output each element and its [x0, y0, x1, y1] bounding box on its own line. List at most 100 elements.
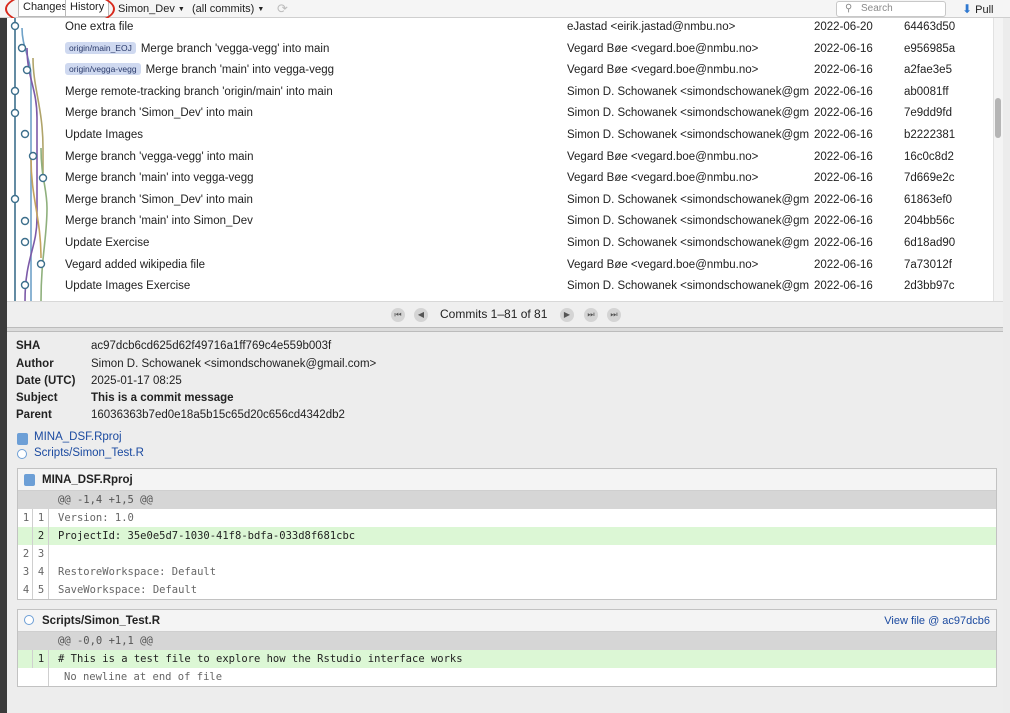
parent-label: Parent — [16, 409, 52, 421]
commit-date: 2022-06-16 — [814, 280, 873, 293]
commit-date: 2022-06-16 — [814, 150, 873, 163]
commit-sha: b2222381 — [904, 129, 956, 141]
commit-sha: e956985a — [904, 42, 956, 55]
line-code: ProjectId: 35e0e5d7-1030-41f8-bdfa-033d8… — [58, 530, 356, 542]
rproj-file-icon — [24, 474, 35, 486]
diff-file-name: Scripts/Simon_Test.R — [42, 615, 161, 627]
refresh-icon[interactable]: ⟳ — [277, 1, 288, 17]
commit-subject-cell: Vegard added wikipedia file — [65, 255, 205, 276]
previous-page-icon[interactable]: ◀ — [414, 308, 428, 322]
search-placeholder: Search — [861, 3, 893, 14]
chevron-down-icon: ▼ — [177, 6, 185, 13]
date-label: Date (UTC) — [16, 375, 76, 387]
commit-sha: 6d18ad90 — [904, 237, 956, 249]
commit-row[interactable]: Merge branch 'vegga-vegg' into main Vegar… — [7, 147, 993, 169]
commit-author: Simon D. Schowanek <simondschowanek@gm — [567, 193, 810, 206]
commit-author: Vegard Bøe <vegard.boe@nmbu.no> — [567, 172, 759, 185]
commit-row[interactable]: origin/main_EOJ Merge branch 'vegga-vegg'… — [7, 39, 993, 61]
commit-author: Simon D. Schowanek <simondschowanek@gm — [567, 237, 810, 249]
commit-date: 2022-06-16 — [814, 193, 873, 206]
commit-count-label: Commits 1–81 of 81 — [440, 307, 548, 321]
line-code: RestoreWorkspace: Default — [58, 566, 217, 578]
file-link-rproj[interactable]: MINA_DSF.Rproj — [34, 431, 122, 443]
file-link-r-script[interactable]: Scripts/Simon_Test.R — [34, 447, 144, 459]
diff-panel-rproj: MINA_DSF.Rproj @@ -1,4 +1,5 @@ 1 1 Version… — [17, 468, 997, 600]
new-line-number: 1 — [37, 512, 45, 524]
commit-row[interactable]: Update Images Exercise Simon D. Schowanek… — [7, 276, 993, 298]
old-line-number: 1 — [22, 512, 30, 524]
no-newline-note: No newline at end of file — [18, 668, 996, 686]
commit-pager: ⏮ ◀ Commits 1–81 of 81 ▶ ⏭ ⏭ — [7, 301, 1003, 327]
commit-filter-selector[interactable]: (all commits) ▼ — [192, 1, 264, 17]
commit-row[interactable]: One extra file eJastad <eirik.jastad@nmbu… — [7, 18, 993, 39]
branch-name: Simon_Dev — [118, 3, 175, 15]
commit-sha: 7e9dd9fd — [904, 107, 952, 120]
commit-subject-cell: origin/main_EOJ Merge branch 'vegga-vegg'… — [65, 39, 329, 60]
end-page-icon[interactable]: ⏭ — [607, 308, 621, 322]
commit-subject-cell: One extra file — [65, 18, 133, 38]
commit-date: 2022-06-16 — [814, 237, 873, 249]
commit-row[interactable]: Merge branch 'main' into Simon_Dev Simon … — [7, 211, 993, 233]
hunk-header: @@ -0,0 +1,1 @@ — [18, 632, 996, 650]
commit-subject-cell: Update Exercise — [65, 233, 149, 254]
sha-label: SHA — [16, 340, 41, 352]
commit-subject: Update Images — [65, 129, 143, 141]
commit-author: Simon D. Schowanek <simondschowanek@gm — [567, 215, 810, 228]
commit-subject: Merge branch 'vegga-vegg' into main — [140, 42, 330, 55]
pull-label: Pull — [975, 4, 994, 16]
branch-ref-badge: origin/main_EOJ — [65, 41, 136, 54]
commit-row[interactable]: origin/vegga-vegg Merge branch 'main' int… — [7, 60, 993, 82]
commit-row[interactable]: Update Exercise Simon D. Schowanek <simon… — [7, 233, 993, 255]
line-code: # This is a test file to explore how the… — [58, 653, 463, 665]
commit-subject-cell: Merge branch 'main' into vegga-vegg — [65, 168, 254, 189]
pull-button[interactable]: ⬇ Pull — [962, 1, 993, 17]
hunk-header: @@ -1,4 +1,5 @@ — [18, 491, 996, 509]
line-code: SaveWorkspace: Default — [58, 584, 198, 596]
scrollbar-thumb[interactable] — [995, 98, 1001, 138]
commit-row[interactable]: Merge remote-tracking branch 'origin/mai… — [7, 82, 993, 104]
commit-filter-label: (all commits) — [192, 3, 255, 15]
commit-subject-cell: Update Images Exercise — [65, 276, 190, 297]
commit-row[interactable]: Merge branch 'Simon_Dev' into main Simon … — [7, 103, 993, 125]
subject-value: This is a commit message — [91, 392, 234, 404]
rproj-file-icon — [17, 433, 28, 445]
commit-author: Vegard Bøe <vegard.boe@nmbu.no> — [567, 150, 759, 163]
new-line-number: 5 — [37, 584, 45, 596]
context-line: 23 — [18, 545, 996, 563]
commit-sha: 204bb56c — [904, 215, 955, 228]
commit-date: 2022-06-16 — [814, 107, 873, 120]
commit-author: Simon D. Schowanek <simondschowanek@gm — [567, 280, 810, 293]
branch-ref-badge: origin/vegga-vegg — [65, 63, 141, 76]
author-label: Author — [16, 358, 54, 370]
commit-sha: 7d669e2c — [904, 172, 955, 185]
commit-row[interactable]: Vegard added wikipedia file Vegard Bøe <v… — [7, 255, 993, 277]
commit-sha: 61863ef0 — [904, 193, 952, 206]
view-file-link[interactable]: View file @ ac97dcb6 — [884, 610, 990, 632]
commit-row[interactable]: Merge branch 'Simon_Dev' into main Simon … — [7, 190, 993, 212]
context-line: 1 1 Version: 1.0 — [18, 509, 996, 527]
last-page-icon[interactable]: ⏭ — [584, 308, 598, 322]
commit-list: One extra file eJastad <eirik.jastad@nmbu… — [7, 18, 1003, 301]
commit-subject: Merge branch 'main' into vegga-vegg — [65, 172, 254, 185]
commit-author: Simon D. Schowanek <simondschowanek@gm — [567, 85, 810, 98]
commit-subject: Merge branch 'Simon_Dev' into main — [65, 107, 253, 120]
commit-sha: ab0081ff — [904, 85, 949, 98]
commit-sha: 64463d50 — [904, 21, 956, 33]
parent-value[interactable]: 16036363b7ed0e18a5b15c65d20c656cd4342db2 — [91, 409, 345, 421]
branch-selector[interactable]: Simon_Dev ▼ — [118, 1, 185, 17]
date-value: 2025-01-17 08:25 — [91, 375, 182, 387]
commit-date: 2022-06-20 — [814, 21, 873, 33]
first-page-icon[interactable]: ⏮ — [391, 308, 405, 322]
author-value: Simon D. Schowanek <simondschowanek@gmai… — [91, 358, 377, 370]
search-input[interactable]: ⚲ Search — [836, 1, 946, 17]
commit-row[interactable]: Merge branch 'main' into vegga-vegg Vegar… — [7, 168, 993, 190]
new-line-number: 1 — [37, 653, 45, 665]
next-page-icon[interactable]: ▶ — [560, 308, 574, 322]
commit-sha: 2d3bb97c — [904, 280, 955, 293]
commit-subject-cell: Merge branch 'main' into Simon_Dev — [65, 211, 253, 232]
commit-row[interactable]: Update Images Simon D. Schowanek <simonds… — [7, 125, 993, 147]
commit-subject: One extra file — [65, 21, 134, 33]
diff-header: Scripts/Simon_Test.R View file @ ac97dcb… — [18, 610, 996, 632]
commit-date: 2022-06-16 — [814, 215, 873, 228]
commit-list-scrollbar[interactable] — [993, 18, 1003, 301]
